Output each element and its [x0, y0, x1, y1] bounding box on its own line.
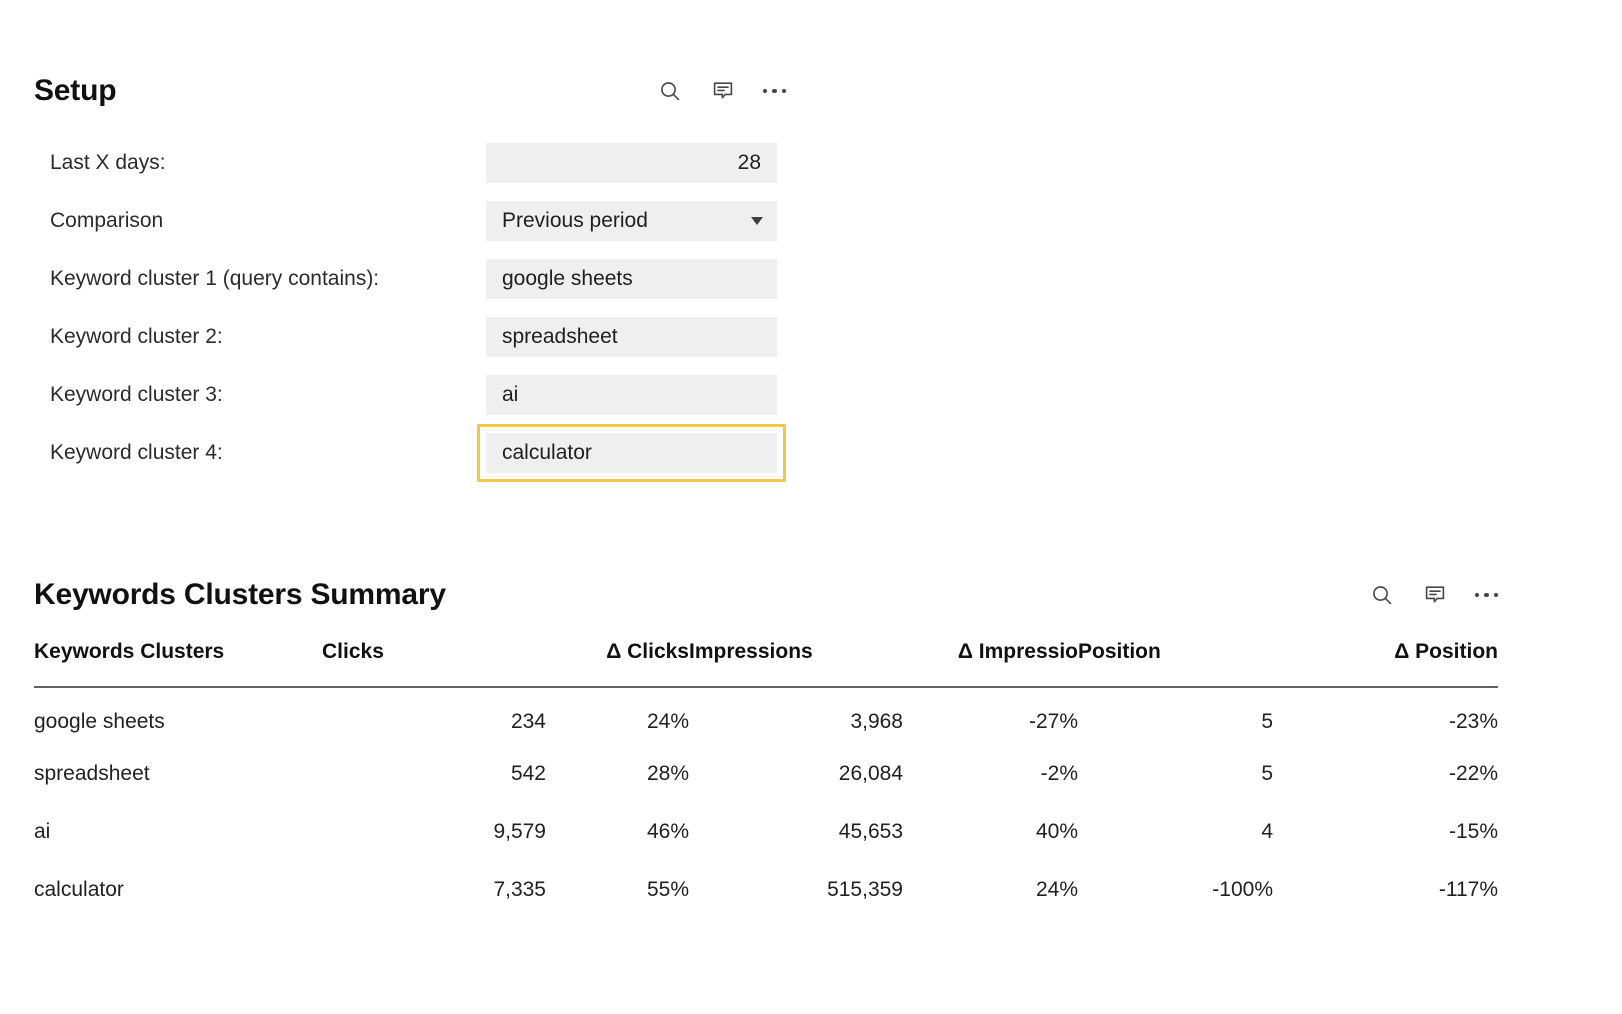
label-comparison: Comparison: [50, 209, 164, 232]
table-row: calculator 7,335 55% 515,359 24% -100% -…: [34, 861, 1498, 919]
setup-form: Last X days: 28 Comparison Previous peri…: [34, 134, 786, 482]
dashboard-page: Setup Last X days: 28 Comparison Previou…: [0, 0, 1622, 1014]
cell-delta-clicks: 55%: [646, 878, 689, 901]
cell-position: 5: [1261, 762, 1273, 785]
cell-position: -100%: [1212, 878, 1273, 901]
form-row-keyword-cluster-3: Keyword cluster 3: ai: [34, 366, 786, 424]
keyword-cluster-2-input[interactable]: spreadsheet: [486, 317, 777, 357]
setup-title: Setup: [34, 74, 117, 107]
form-row-keyword-cluster-4: Keyword cluster 4: calculator: [34, 424, 786, 482]
cell-delta-clicks: 24%: [646, 709, 689, 733]
label-keyword-cluster-3: Keyword cluster 3:: [50, 383, 223, 406]
cell-delta-clicks: 28%: [646, 762, 689, 785]
label-keyword-cluster-2: Keyword cluster 2:: [50, 325, 223, 348]
form-row-keyword-cluster-1: Keyword cluster 1 (query contains): goog…: [34, 250, 786, 308]
more-options-icon[interactable]: [762, 78, 786, 104]
keyword-cluster-3-input[interactable]: ai: [486, 375, 777, 415]
cell-impressions: 26,084: [838, 762, 903, 785]
cell-cluster: google sheets: [34, 709, 165, 733]
cell-delta-impressions: -2%: [1040, 762, 1078, 785]
comparison-select[interactable]: Previous period: [486, 201, 777, 241]
cell-cluster: calculator: [34, 878, 124, 901]
cell-impressions: 3,968: [850, 709, 903, 733]
keyword-cluster-4-focus-ring: calculator: [477, 424, 786, 482]
cell-cluster: ai: [34, 820, 51, 843]
column-header-delta-clicks[interactable]: Δ Clicks: [546, 640, 689, 687]
cell-clicks: 7,335: [493, 878, 546, 901]
label-keyword-cluster-1: Keyword cluster 1 (query contains):: [50, 267, 380, 290]
column-header-delta-position[interactable]: Δ Position: [1273, 640, 1498, 687]
more-options-icon[interactable]: [1474, 582, 1498, 608]
table-row: google sheets 234 24% 3,968 -27% 5 -23%: [34, 687, 1498, 745]
table-row: spreadsheet 542 28% 26,084 -2% 5 -22%: [34, 745, 1498, 803]
comparison-selected-value: Previous period: [502, 209, 648, 232]
form-row-comparison: Comparison Previous period: [34, 192, 786, 250]
search-icon[interactable]: [1369, 582, 1395, 608]
column-header-keywords-clusters[interactable]: Keywords Clusters: [34, 640, 322, 687]
cell-clicks: 9,579: [493, 820, 546, 843]
setup-card-header: Setup: [34, 74, 786, 108]
form-row-keyword-cluster-2: Keyword cluster 2: spreadsheet: [34, 308, 786, 366]
label-keyword-cluster-4: Keyword cluster 4:: [50, 441, 223, 464]
cell-delta-impressions: 24%: [1035, 878, 1078, 901]
cell-delta-position: -15%: [1448, 820, 1498, 843]
cell-delta-clicks: 46%: [646, 820, 689, 843]
column-header-position[interactable]: Position: [1078, 640, 1273, 687]
cell-position: 5: [1261, 709, 1273, 733]
keyword-cluster-1-input[interactable]: google sheets: [486, 259, 777, 299]
column-header-impressions[interactable]: Impressions: [689, 640, 903, 687]
keywords-clusters-table: Keywords Clusters Clicks Δ Clicks Impres…: [34, 640, 1498, 919]
column-header-clicks[interactable]: Clicks: [322, 640, 546, 687]
table-header: Keywords Clusters Clicks Δ Clicks Impres…: [34, 640, 1498, 687]
cell-impressions: 515,359: [827, 878, 903, 901]
summary-toolbar: [1369, 582, 1498, 608]
cell-clicks: 542: [510, 762, 546, 785]
label-last-x-days: Last X days:: [50, 151, 166, 174]
cell-delta-position: -22%: [1448, 762, 1498, 785]
cell-clicks: 234: [510, 709, 546, 733]
summary-card-header: Keywords Clusters Summary: [34, 578, 1498, 612]
cell-delta-position: -117%: [1438, 878, 1498, 901]
cell-delta-impressions: 40%: [1035, 820, 1078, 843]
comment-icon[interactable]: [1422, 582, 1448, 608]
summary-title: Keywords Clusters Summary: [34, 578, 446, 611]
keyword-cluster-4-input[interactable]: calculator: [486, 433, 777, 473]
search-icon[interactable]: [657, 78, 683, 104]
table-body: google sheets 234 24% 3,968 -27% 5 -23% …: [34, 687, 1498, 919]
cell-position: 4: [1261, 820, 1273, 843]
cell-cluster: spreadsheet: [34, 762, 150, 785]
last-x-days-input[interactable]: 28: [486, 143, 777, 183]
column-header-delta-impressions[interactable]: Δ Impressio: [903, 640, 1078, 687]
cell-delta-impressions: -27%: [1028, 709, 1078, 733]
cell-delta-position: -23%: [1448, 709, 1498, 733]
form-row-last-x-days: Last X days: 28: [34, 134, 786, 192]
table-row: ai 9,579 46% 45,653 40% 4 -15%: [34, 803, 1498, 861]
table-header-row: Keywords Clusters Clicks Δ Clicks Impres…: [34, 640, 1498, 687]
cell-impressions: 45,653: [838, 820, 903, 843]
chevron-down-icon: [751, 217, 763, 225]
setup-toolbar: [657, 78, 786, 104]
comment-icon[interactable]: [710, 78, 736, 104]
